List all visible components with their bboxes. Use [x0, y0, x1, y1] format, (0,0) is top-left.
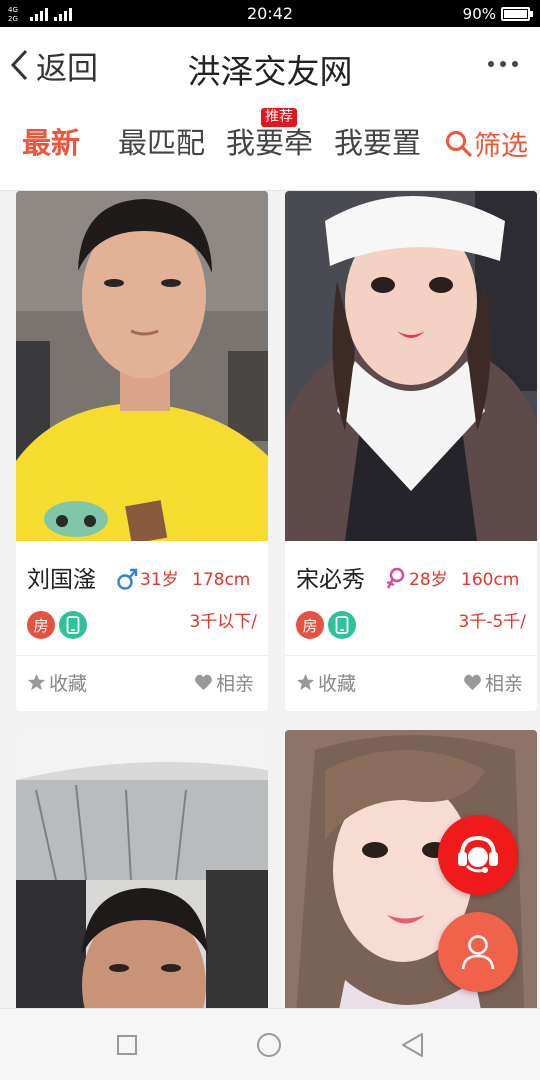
profile-age: 28岁 — [409, 570, 448, 590]
filter-label: 筛选 — [474, 130, 528, 162]
profile-name: 宋必秀 — [296, 567, 365, 593]
collect-button[interactable]: 收藏 — [296, 667, 356, 697]
male-icon — [117, 568, 138, 590]
profile-photo-male[interactable] — [16, 191, 268, 541]
card-divider — [285, 655, 537, 656]
heart-icon — [195, 674, 212, 690]
profile-card[interactable] — [16, 730, 268, 1008]
battery-percent: 90% — [462, 5, 496, 23]
house-badge: 房 — [27, 611, 55, 639]
profile-income: 3千以下/ — [189, 612, 257, 632]
tab-newest[interactable]: 最新 — [22, 123, 80, 163]
system-nav-bar — [0, 1008, 540, 1080]
profile-height: 160cm — [461, 570, 520, 590]
customer-service-button[interactable] — [438, 815, 518, 895]
more-dots-icon[interactable] — [488, 49, 518, 79]
battery-icon — [501, 7, 533, 21]
profile-card[interactable]: 宋必秀 28岁 160cm 房 3千-5千/ 收藏 相亲 — [285, 191, 537, 711]
profile-photo-female[interactable] — [285, 191, 537, 541]
female-icon — [386, 567, 405, 589]
tab-top[interactable]: 我要置 — [334, 123, 421, 163]
back-button[interactable]: 返回 — [8, 43, 98, 87]
phone-icon — [328, 611, 356, 639]
my-profile-button[interactable] — [438, 912, 518, 992]
profile-card[interactable]: 刘国滏 31岁 178cm 房 3千以下/ 收藏 相亲 — [16, 191, 268, 711]
profile-income: 3千-5千/ — [458, 612, 527, 632]
house-badge: 房 — [296, 611, 324, 639]
app-header: 返回 洪泽交友网 — [0, 27, 540, 105]
clock: 20:42 — [246, 4, 294, 23]
profile-photo-male[interactable] — [16, 730, 268, 1008]
profile-height: 178cm — [192, 570, 251, 590]
collect-label: 收藏 — [318, 672, 357, 695]
date-label: 相亲 — [216, 672, 255, 695]
back-label: 返回 — [36, 50, 98, 87]
circle-icon[interactable] — [255, 1031, 283, 1059]
card-divider — [16, 655, 268, 656]
tab-best-match[interactable]: 最匹配 — [118, 123, 205, 163]
heart-icon — [464, 674, 481, 690]
collect-label: 收藏 — [49, 672, 88, 695]
date-label: 相亲 — [485, 672, 524, 695]
date-button[interactable]: 相亲 — [463, 667, 523, 697]
collect-button[interactable]: 收藏 — [27, 667, 87, 697]
search-icon — [446, 131, 472, 157]
star-icon — [296, 673, 315, 690]
profile-name: 刘国滏 — [27, 567, 96, 593]
tab-wanna-match[interactable]: 我要牵 — [226, 123, 313, 163]
triangle-back-icon[interactable] — [398, 1031, 426, 1059]
star-icon — [27, 673, 46, 690]
tab-bar: 最新 最匹配 我要牵 推荐 我要置 筛选 — [0, 105, 540, 191]
battery-fill — [504, 10, 527, 18]
square-icon[interactable] — [113, 1031, 141, 1059]
user-icon — [461, 935, 495, 970]
recommend-badge: 推荐 — [261, 108, 297, 127]
date-button[interactable]: 相亲 — [194, 667, 254, 697]
phone-icon — [59, 611, 87, 639]
filter-button[interactable]: 筛选 — [444, 123, 528, 163]
status-bar: 4G 2G 20:42 90% — [0, 0, 540, 27]
profile-age: 31岁 — [140, 570, 179, 590]
chevron-left-icon — [10, 49, 28, 81]
customer-service-icon — [458, 835, 498, 873]
